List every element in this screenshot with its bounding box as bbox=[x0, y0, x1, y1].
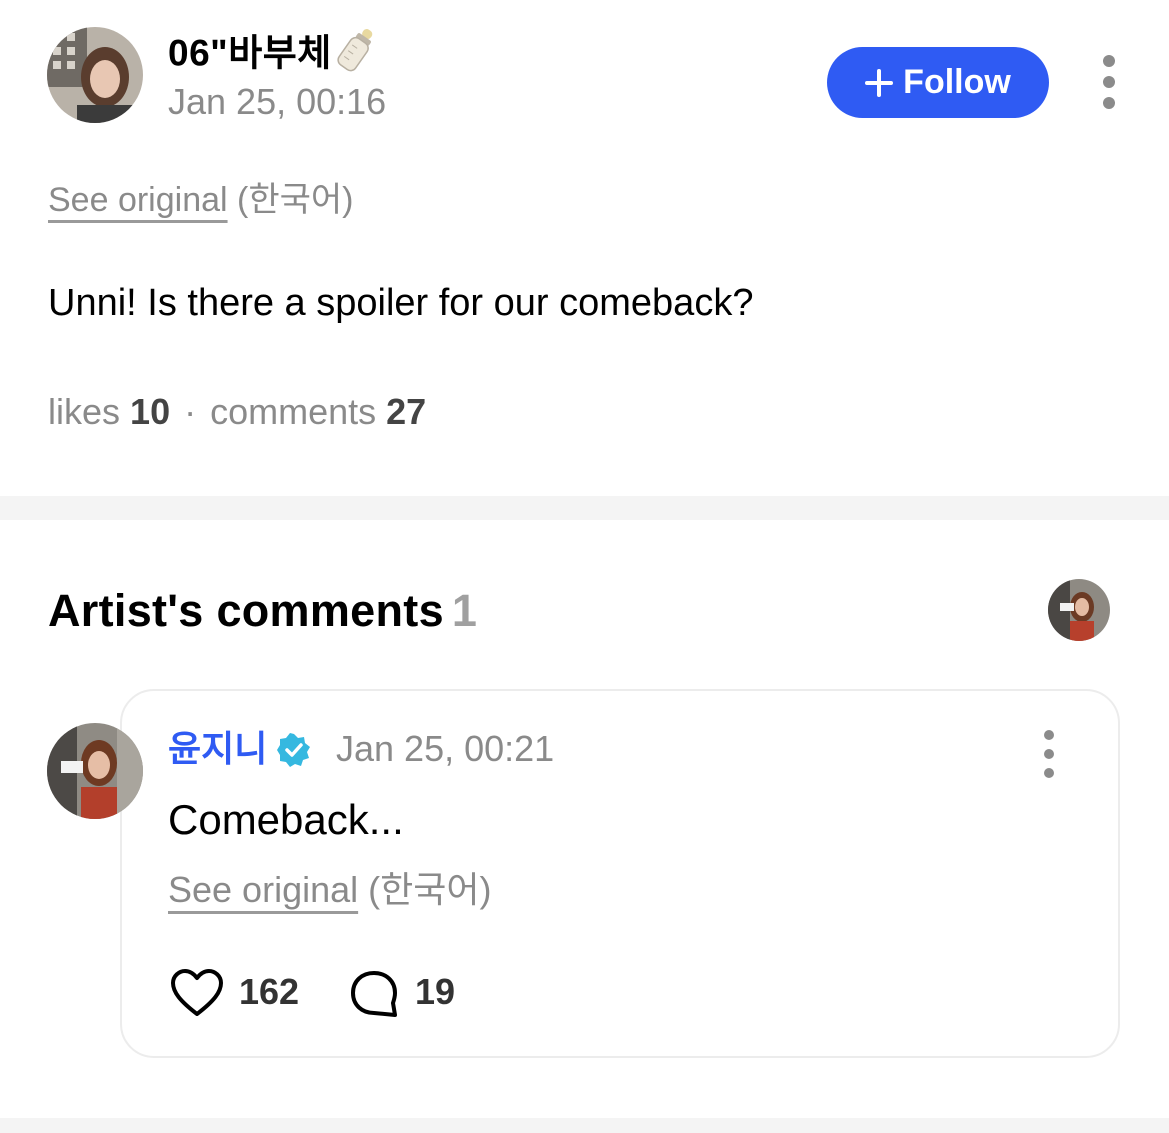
more-options-icon[interactable] bbox=[1099, 55, 1119, 109]
comments-label: comments bbox=[210, 391, 377, 432]
artist-avatar[interactable] bbox=[47, 723, 143, 819]
comments-count: 27 bbox=[386, 391, 427, 432]
stats-separator: · bbox=[184, 391, 197, 432]
artist-comments-title: Artist's comments bbox=[48, 585, 444, 636]
artist-comments-count: 1 bbox=[451, 585, 478, 636]
plus-icon bbox=[865, 68, 894, 97]
comment-body-text: Comeback... bbox=[168, 796, 404, 843]
comment-timestamp: Jan 25, 00:21 bbox=[336, 728, 555, 769]
post-body-text: Unni! Is there a spoiler for our comebac… bbox=[48, 282, 754, 324]
post-stats: likes 10 · comments 27 bbox=[48, 390, 426, 434]
section-divider bbox=[0, 496, 1169, 520]
comment-like-count: 162 bbox=[239, 971, 300, 1012]
post-username[interactable]: 06"바부체 bbox=[168, 24, 376, 87]
baby-bottle-icon bbox=[336, 24, 376, 87]
user-avatar[interactable] bbox=[47, 27, 143, 123]
artist-avatar-small[interactable] bbox=[1048, 579, 1110, 641]
comment-more-options-icon[interactable] bbox=[1039, 730, 1059, 778]
comment-see-original-link[interactable]: See original bbox=[168, 869, 358, 910]
follow-label: Follow bbox=[903, 63, 1011, 101]
verified-badge-icon bbox=[277, 733, 311, 772]
bottom-divider bbox=[0, 1118, 1169, 1133]
speech-bubble-icon[interactable] bbox=[349, 969, 399, 1024]
post-timestamp: Jan 25, 00:16 bbox=[168, 81, 387, 122]
artist-comments-heading: Artist's comments 1 bbox=[48, 585, 477, 637]
post-card: 06"바부체 Jan 25, 00:16 Follow See original… bbox=[0, 0, 1169, 496]
username-text: 06"바부체 bbox=[168, 32, 332, 74]
comment-see-original-row: See original (한국어) bbox=[168, 868, 491, 912]
follow-button[interactable]: Follow bbox=[827, 47, 1049, 118]
likes-label: likes bbox=[48, 391, 121, 432]
likes-count: 10 bbox=[130, 391, 171, 432]
see-original-link[interactable]: See original bbox=[48, 181, 228, 219]
comment-original-language: (한국어) bbox=[368, 869, 492, 910]
comment-reply-count: 19 bbox=[415, 971, 456, 1012]
comment-author[interactable]: 윤지니 bbox=[168, 727, 267, 771]
see-original-row: See original (한국어) bbox=[48, 178, 354, 222]
heart-icon[interactable] bbox=[170, 968, 224, 1023]
original-language: (한국어) bbox=[237, 181, 354, 219]
